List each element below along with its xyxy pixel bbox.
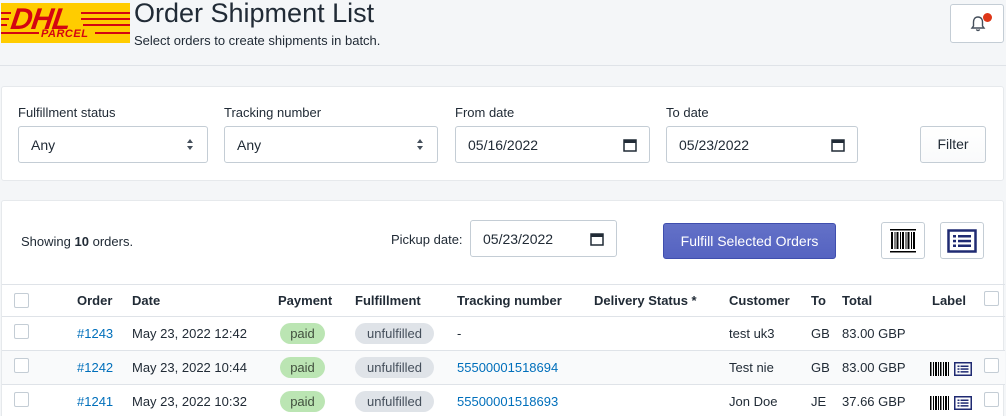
table-header: Order Date Payment Fulfillment Tracking … [2, 284, 1005, 317]
destination-country: GB [811, 360, 830, 375]
order-link[interactable]: #1241 [77, 394, 113, 409]
page-subtitle: Select orders to create shipments in bat… [134, 33, 381, 48]
tracking-number-label: Tracking number [224, 105, 322, 120]
col-payment[interactable]: Payment [278, 293, 332, 308]
select-all-checkbox[interactable] [14, 293, 29, 308]
table-row[interactable]: #1243 May 23, 2022 12:42 paid unfulfille… [2, 317, 1005, 351]
customer-name: Jon Doe [729, 394, 778, 409]
showing-count-text: Showing 10 orders. [21, 234, 133, 249]
col-tracking[interactable]: Tracking number [457, 293, 562, 308]
order-link[interactable]: #1242 [77, 360, 113, 375]
col-label: Label [932, 293, 966, 308]
notifications-button[interactable] [950, 4, 1004, 43]
filter-panel: Fulfillment status Any Tracking number A… [1, 86, 1004, 181]
filter-button[interactable]: Filter [920, 126, 986, 163]
from-date-label: From date [455, 105, 515, 120]
col-fulfillment[interactable]: Fulfillment [355, 293, 421, 308]
order-date: May 23, 2022 10:44 [132, 360, 247, 375]
payment-badge: paid [280, 391, 325, 412]
destination-country: GB [811, 326, 830, 341]
row-label-checkbox[interactable] [984, 358, 999, 373]
page-title: Order Shipment List [134, 0, 375, 28]
order-total: 83.00 GBP [842, 360, 906, 375]
pickup-date-label: Pickup date: [391, 232, 463, 247]
fulfillment-status-value: Any [31, 137, 56, 153]
label-list-icon[interactable] [953, 396, 972, 410]
col-delivery-status[interactable]: Delivery Status * [594, 293, 697, 308]
col-order[interactable]: Order [77, 293, 112, 308]
tracking-number-link[interactable]: 55500001518694 [457, 360, 558, 375]
label-list-icon [947, 229, 977, 253]
print-labels-button[interactable] [940, 222, 984, 259]
pickup-date-value: 05/23/2022 [483, 231, 554, 247]
logo-sub: PARCEL [41, 28, 89, 40]
destination-country: JE [811, 394, 827, 409]
select-all-labels-checkbox[interactable] [984, 291, 999, 306]
print-barcodes-button[interactable] [881, 222, 925, 259]
showing-prefix: Showing [21, 234, 71, 249]
to-date-value: 05/23/2022 [679, 137, 750, 153]
fulfill-selected-orders-button[interactable]: Fulfill Selected Orders [663, 223, 836, 259]
orders-panel: Showing 10 orders. Pickup date: 05/23/20… [1, 200, 1005, 416]
row-label-icons [930, 396, 972, 413]
barcode-icon[interactable] [930, 362, 950, 376]
row-checkbox[interactable] [14, 392, 29, 407]
from-date-value: 05/16/2022 [468, 137, 539, 153]
order-link[interactable]: #1243 [77, 326, 113, 341]
row-checkbox[interactable] [14, 358, 29, 373]
order-date: May 23, 2022 10:32 [132, 394, 247, 409]
label-list-icon[interactable] [953, 362, 972, 376]
calendar-icon[interactable] [831, 138, 845, 152]
row-checkbox[interactable] [14, 324, 29, 339]
col-to[interactable]: To [811, 293, 826, 308]
col-date[interactable]: Date [132, 293, 160, 308]
fulfillment-badge: unfulfilled [355, 391, 434, 412]
tracking-number-select[interactable]: Any [224, 126, 438, 163]
col-customer[interactable]: Customer [729, 293, 790, 308]
fulfillment-badge: unfulfilled [355, 323, 434, 344]
fulfillment-status-select[interactable]: Any [18, 126, 208, 163]
barcode-icon[interactable] [930, 396, 950, 410]
payment-badge: paid [280, 357, 325, 378]
order-total: 37.66 GBP [842, 394, 906, 409]
barcode-icon [890, 229, 916, 253]
table-row[interactable]: #1242 May 23, 2022 10:44 paid unfulfille… [2, 351, 1005, 385]
showing-suffix: orders. [92, 234, 134, 249]
page-header: DHL PARCEL Order Shipment List Select or… [0, 0, 1006, 66]
row-label-checkbox[interactable] [984, 392, 999, 407]
from-date-input[interactable]: 05/16/2022 [455, 126, 650, 163]
fulfillment-status-label: Fulfillment status [18, 105, 116, 120]
showing-count: 10 [74, 234, 89, 249]
fulfillment-badge: unfulfilled [355, 357, 434, 378]
customer-name: test uk3 [729, 326, 775, 341]
order-total: 83.00 GBP [842, 326, 906, 341]
notification-dot [983, 13, 992, 22]
payment-badge: paid [280, 323, 325, 344]
tracking-number: - [457, 326, 462, 341]
dhl-parcel-logo: DHL PARCEL [1, 3, 130, 43]
customer-name: Test nie [729, 360, 774, 375]
tracking-number-link[interactable]: 55500001518693 [457, 394, 558, 409]
calendar-icon[interactable] [623, 138, 637, 152]
tracking-number-value: Any [237, 137, 262, 153]
pickup-date-input[interactable]: 05/23/2022 [470, 220, 617, 257]
table-row[interactable]: #1241 May 23, 2022 10:32 paid unfulfille… [2, 385, 1005, 416]
to-date-label: To date [666, 105, 709, 120]
order-date: May 23, 2022 12:42 [132, 326, 247, 341]
to-date-input[interactable]: 05/23/2022 [666, 126, 858, 163]
row-label-icons [930, 362, 972, 379]
col-total[interactable]: Total [842, 293, 872, 308]
calendar-icon[interactable] [590, 232, 604, 246]
